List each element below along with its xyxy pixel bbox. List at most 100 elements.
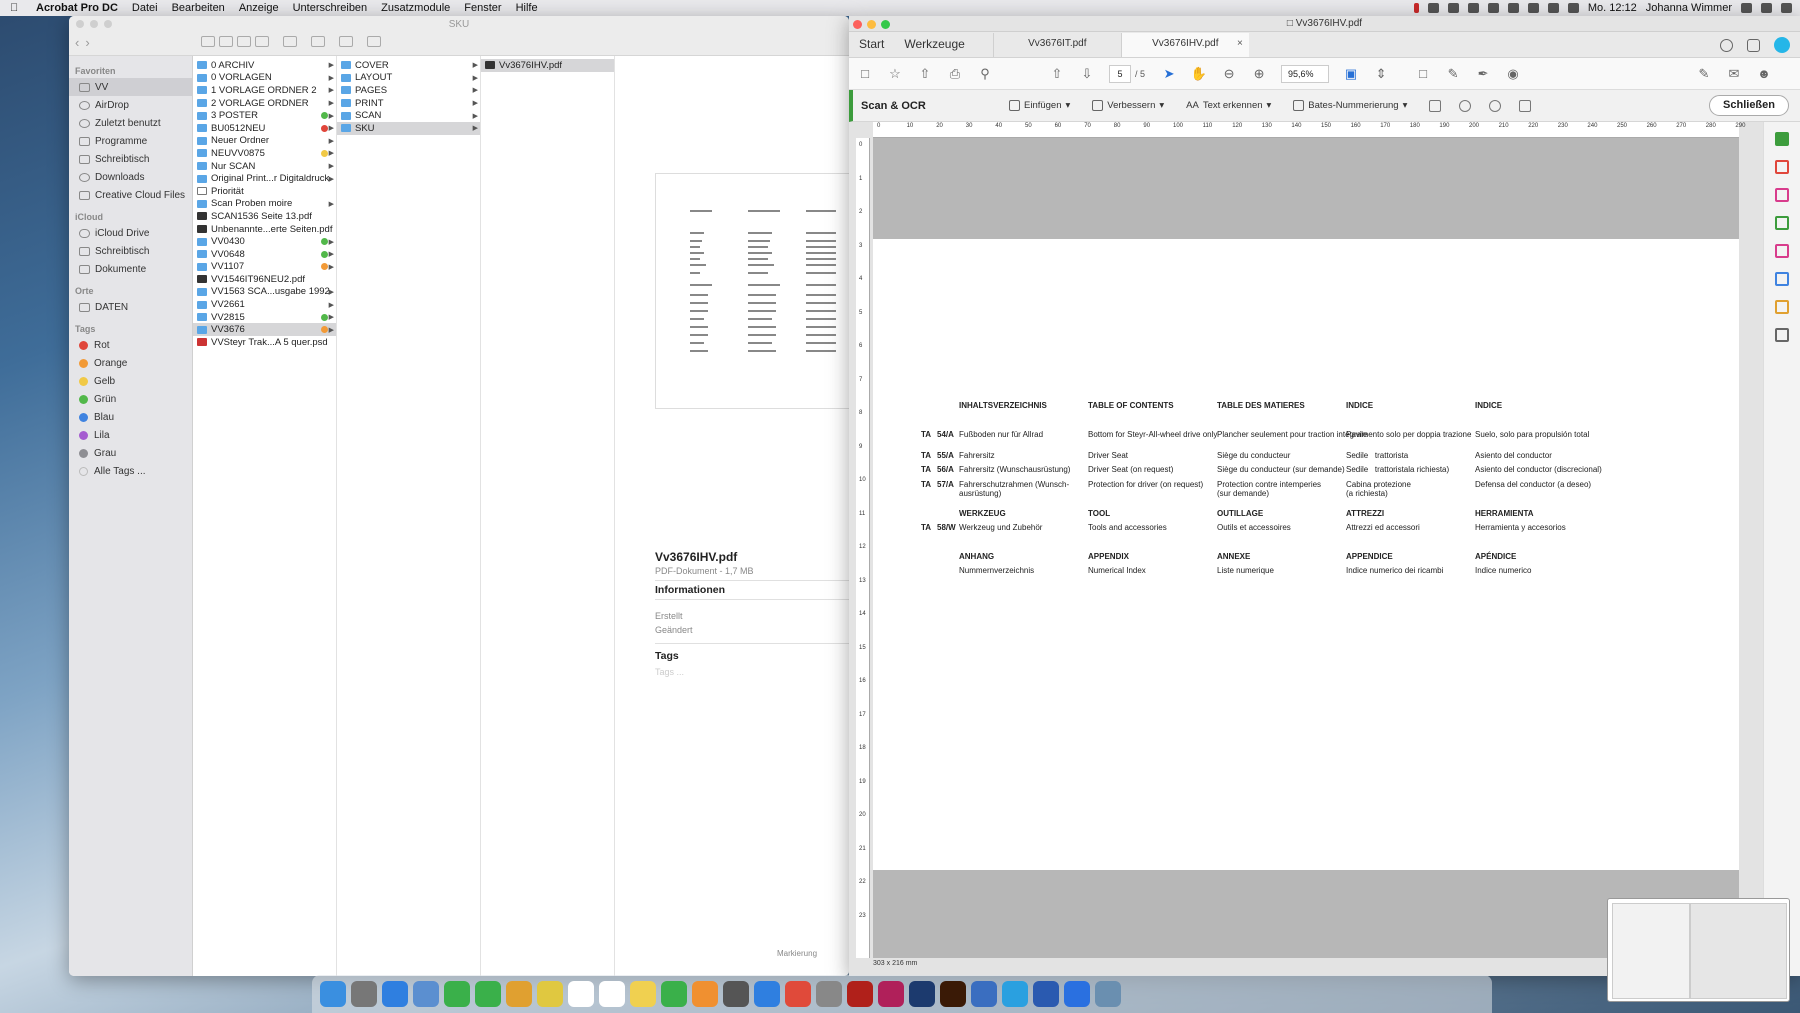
finder-item[interactable]: 0 VORLAGEN ▶ bbox=[193, 72, 336, 85]
dock-kalender-icon[interactable] bbox=[568, 981, 594, 1007]
upload-icon[interactable]: ⇧ bbox=[917, 66, 933, 82]
finder-item[interactable]: VV2661 ▶ bbox=[193, 298, 336, 311]
export-pdf-icon[interactable] bbox=[1775, 216, 1789, 230]
creative-cloud-icon[interactable] bbox=[1487, 3, 1499, 13]
finder-item[interactable]: Nur SCAN ▶ bbox=[193, 160, 336, 173]
finder-item[interactable]: VV1107 ▶ bbox=[193, 261, 336, 274]
rotate-left-icon[interactable] bbox=[1459, 99, 1472, 112]
dock-script-icon[interactable] bbox=[723, 981, 749, 1007]
print-icon[interactable]: ⎙ bbox=[947, 66, 963, 82]
finder-item[interactable]: Neuer Ordner ▶ bbox=[193, 135, 336, 148]
finder-item[interactable]: LAYOUT ▶ bbox=[337, 72, 480, 85]
dock-photoshop-icon[interactable] bbox=[909, 981, 935, 1007]
dock-teamviewer-icon[interactable] bbox=[1064, 981, 1090, 1007]
dock-app-store-icon[interactable] bbox=[754, 981, 780, 1007]
finder-item[interactable]: Vv3676IHV.pdf bbox=[481, 59, 614, 72]
dock-systemeinstellungen-icon[interactable] bbox=[816, 981, 842, 1007]
close-tab-icon[interactable]: × bbox=[1237, 33, 1243, 55]
tab-werkzeuge[interactable]: Werkzeuge bbox=[894, 33, 974, 57]
finder-item[interactable]: COVER ▶ bbox=[337, 59, 480, 72]
finder-item[interactable]: Unbenannte...erte Seiten.pdf bbox=[193, 223, 336, 236]
sidebar-tag-orange[interactable]: Orange bbox=[69, 354, 192, 372]
more-tools-icon[interactable] bbox=[1775, 328, 1789, 342]
finder-item[interactable]: 2 VORLAGE ORDNER ▶ bbox=[193, 97, 336, 110]
dock-vorschau-icon[interactable] bbox=[413, 981, 439, 1007]
finder-item[interactable]: VV0430 ▶ bbox=[193, 235, 336, 248]
finder-item[interactable]: VVSteyr Trak...A 5 quer.psd bbox=[193, 336, 336, 349]
menu-zusatzmodule[interactable]: Zusatzmodule bbox=[381, 2, 450, 14]
pdf-page[interactable]: INHALTSVERZEICHNIS TABLE OF CONTENTS TABLE… bbox=[873, 239, 1739, 870]
dock-monitor-icon[interactable] bbox=[971, 981, 997, 1007]
dock-chrome-icon[interactable] bbox=[785, 981, 811, 1007]
siri-icon[interactable] bbox=[1761, 3, 1772, 13]
tab-start[interactable]: Start bbox=[849, 33, 894, 57]
sidebar-tag-lila[interactable]: Lila bbox=[69, 426, 192, 444]
finder-item[interactable]: VV1546IT96NEU2.pdf bbox=[193, 273, 336, 286]
spotlight-icon[interactable] bbox=[1741, 3, 1752, 13]
wifi-icon[interactable] bbox=[1547, 3, 1559, 13]
dock-indesign-icon[interactable] bbox=[878, 981, 904, 1007]
zoom-in-icon[interactable]: ⊕ bbox=[1251, 66, 1267, 82]
zoom-level-select[interactable]: 95,6% bbox=[1281, 64, 1330, 83]
finder-item[interactable]: VV3676 ▶ bbox=[193, 323, 336, 337]
comment-icon[interactable]: □ bbox=[1415, 66, 1431, 82]
finder-item[interactable]: PAGES ▶ bbox=[337, 84, 480, 97]
page-down-icon[interactable]: ⇩ bbox=[1079, 66, 1095, 82]
pdf-create-icon[interactable] bbox=[1775, 160, 1789, 174]
finder-item[interactable]: VV0648 ▶ bbox=[193, 248, 336, 261]
sidebar-tag-gelb[interactable]: Gelb bbox=[69, 372, 192, 390]
dock-skype-icon[interactable] bbox=[1002, 981, 1028, 1007]
finder-item[interactable]: SCAN1536 Seite 13.pdf bbox=[193, 210, 336, 223]
page-settings-icon[interactable] bbox=[1429, 99, 1442, 112]
location-icon[interactable] bbox=[1427, 3, 1439, 13]
zoom-search-icon[interactable]: ⚲ bbox=[977, 66, 993, 82]
finder-item[interactable]: Scan Proben moire ▶ bbox=[193, 198, 336, 211]
page-up-icon[interactable]: ⇧ bbox=[1049, 66, 1065, 82]
avatar[interactable] bbox=[1774, 37, 1790, 53]
dock-word-icon[interactable] bbox=[1033, 981, 1059, 1007]
finder-item[interactable]: 1 VORLAGE ORDNER 2 ▶ bbox=[193, 84, 336, 97]
menu-datei[interactable]: Datei bbox=[132, 2, 158, 14]
column-view-button[interactable] bbox=[237, 36, 251, 47]
send-for-comment-icon[interactable] bbox=[1775, 272, 1789, 286]
dock-safari-icon[interactable] bbox=[382, 981, 408, 1007]
scan-tool-icon[interactable] bbox=[1775, 132, 1789, 146]
minimize-button[interactable] bbox=[867, 20, 876, 29]
app-menu[interactable]: Acrobat Pro DC bbox=[36, 2, 118, 14]
add-user-icon[interactable]: ☻ bbox=[1756, 66, 1772, 82]
finder-item[interactable]: BU0512NEU ▶ bbox=[193, 122, 336, 135]
dock-finder-icon[interactable] bbox=[320, 981, 346, 1007]
organize-pages-icon[interactable] bbox=[1775, 188, 1789, 202]
sidebar-item-dokumente[interactable]: Dokumente bbox=[69, 260, 192, 278]
sidebar-item-downloads[interactable]: Downloads bbox=[69, 168, 192, 186]
finder-item[interactable]: SKU ▶ bbox=[337, 121, 480, 135]
edit-pdf-icon[interactable] bbox=[1775, 244, 1789, 258]
flag-icon[interactable] bbox=[1507, 3, 1519, 13]
menu-bearbeiten[interactable]: Bearbeiten bbox=[172, 2, 225, 14]
pdf-thumbnail[interactable] bbox=[655, 173, 849, 409]
sidebar-tag-rot[interactable]: Rot bbox=[69, 336, 192, 354]
finder-item[interactable]: Original Print...r Digitaldruck ▶ bbox=[193, 172, 336, 185]
sidebar-tag-gruen[interactable]: Grün bbox=[69, 390, 192, 408]
share-icon[interactable]: ✎ bbox=[1696, 66, 1712, 82]
menu-anzeige[interactable]: Anzeige bbox=[239, 2, 279, 14]
dock-facetime-icon[interactable] bbox=[475, 981, 501, 1007]
action-button[interactable] bbox=[311, 36, 325, 47]
menu-user[interactable]: Johanna Wimmer bbox=[1646, 2, 1732, 14]
mission-control-preview[interactable] bbox=[1607, 898, 1790, 1002]
hand-tool-icon[interactable]: ✋ bbox=[1191, 66, 1207, 82]
sidebar-item-recent[interactable]: Zuletzt benutzt bbox=[69, 114, 192, 132]
close-tool-button[interactable]: Schließen bbox=[1709, 95, 1789, 116]
sidebar-item-schreibtisch[interactable]: Schreibtisch bbox=[69, 150, 192, 168]
fill-sign-icon[interactable] bbox=[1775, 300, 1789, 314]
sidebar-item-icloud-schreibtisch[interactable]: Schreibtisch bbox=[69, 242, 192, 260]
back-icon[interactable]: ‹ bbox=[75, 35, 79, 50]
finder-item[interactable]: SCAN ▶ bbox=[337, 109, 480, 122]
page-number-input[interactable]: 5 bbox=[1109, 64, 1131, 83]
pen-icon[interactable]: ✎ bbox=[1445, 66, 1461, 82]
finder-item[interactable]: 3 POSTER ▶ bbox=[193, 109, 336, 122]
group-button[interactable] bbox=[283, 36, 297, 47]
close-button[interactable] bbox=[853, 20, 862, 29]
forward-icon[interactable]: › bbox=[85, 35, 89, 50]
bates-numbering-dropdown[interactable]: Bates-Nummerierung ▾ bbox=[1293, 100, 1407, 111]
